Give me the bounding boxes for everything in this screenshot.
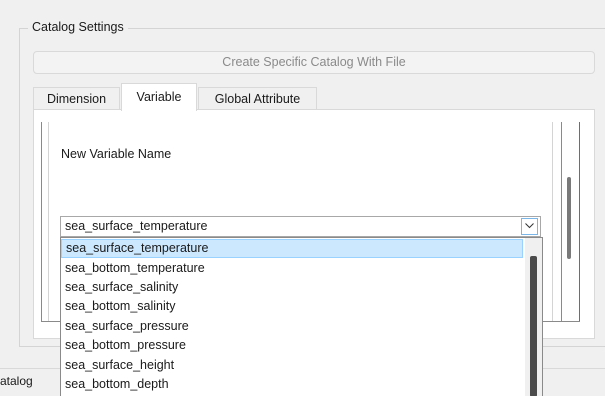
dropdown-option[interactable]: sea_bottom_pressure: [61, 336, 523, 355]
dropdown-option[interactable]: sea_surface_temperature: [61, 239, 523, 258]
panel-right-edge: [552, 122, 562, 322]
tab-variable[interactable]: Variable: [121, 83, 197, 111]
variable-dropdown-list[interactable]: sea_surface_temperature sea_bottom_tempe…: [60, 237, 543, 396]
dropdown-scrollbar[interactable]: [525, 238, 542, 396]
new-variable-name-label: New Variable Name: [61, 147, 172, 161]
group-title: Catalog Settings: [28, 20, 128, 34]
panel-scrollbar-thumb[interactable]: [567, 177, 571, 259]
tab-dimension[interactable]: Dimension: [33, 87, 120, 110]
combobox-dropdown-button[interactable]: [521, 218, 538, 235]
create-catalog-button[interactable]: Create Specific Catalog With File: [33, 51, 595, 74]
panel-scrollbar-track: [579, 122, 580, 322]
dropdown-option[interactable]: sea_bottom_depth: [61, 375, 523, 394]
dropdown-option[interactable]: sea_bottom_temperature: [61, 259, 523, 278]
tab-global-attribute[interactable]: Global Attribute: [198, 87, 317, 110]
chevron-down-icon: [525, 223, 534, 229]
dropdown-option[interactable]: sea_surface_height: [61, 356, 523, 375]
catalog-tab-label[interactable]: atalog: [0, 374, 33, 388]
panel-left-edge: [41, 122, 49, 322]
dropdown-option[interactable]: sea_surface_salinity: [61, 278, 523, 297]
combobox-value: sea_surface_temperature: [65, 219, 208, 233]
dropdown-scrollbar-thumb[interactable]: [530, 256, 537, 396]
dropdown-option[interactable]: sea_surface_pressure: [61, 317, 523, 336]
variable-name-combobox[interactable]: sea_surface_temperature: [60, 216, 541, 237]
dropdown-option[interactable]: sea_bottom_salinity: [61, 297, 523, 316]
